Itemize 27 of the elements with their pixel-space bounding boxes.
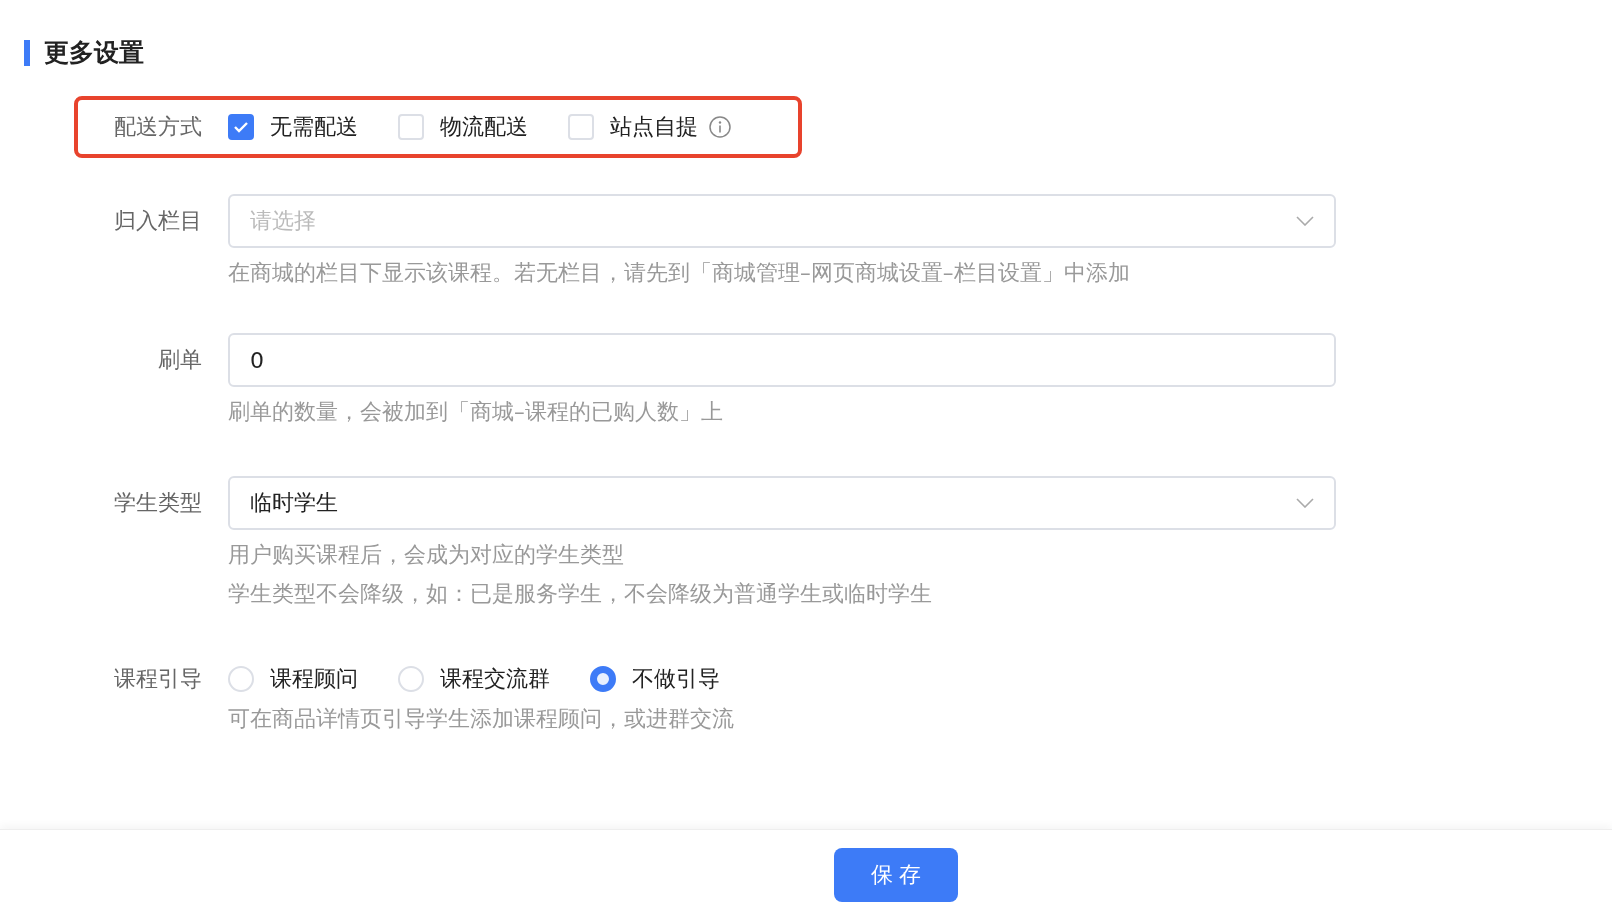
section-accent-bar [24, 39, 30, 66]
field-label: 归入栏目 [114, 207, 203, 235]
checkbox-label: 站点自提 [610, 113, 698, 141]
field-label: 配送方式 [113, 113, 203, 141]
field-label: 刷单 [158, 346, 203, 374]
help-text: 在商城的栏目下显示该课程。若无栏目，请先到「商城管理–网页商城设置–栏目设置」中添加 [228, 259, 1131, 287]
radio-label: 不做引导 [632, 665, 720, 693]
chevron-down-icon [1296, 498, 1314, 508]
info-icon[interactable] [708, 115, 732, 139]
chevron-down-icon [1296, 216, 1314, 226]
input-field[interactable]: 0 [228, 333, 1336, 387]
checkbox-label: 物流配送 [440, 113, 528, 141]
checkbox[interactable] [228, 114, 254, 140]
save-button[interactable]: 保 存 [834, 848, 958, 902]
field-label: 学生类型 [114, 489, 203, 517]
radio-button[interactable] [590, 666, 616, 692]
help-text: 用户购买课程后，会成为对应的学生类型 [228, 541, 625, 569]
help-text: 学生类型不会降级，如：已是服务学生，不会降级为普通学生或临时学生 [228, 580, 933, 608]
student-type-select[interactable]: 临时学生 [228, 476, 1336, 530]
checkmark-icon [233, 121, 249, 133]
checkbox-label: 无需配送 [270, 113, 358, 141]
radio-label: 课程顾问 [270, 665, 358, 693]
help-text: 可在商品详情页引导学生添加课程顾问，或进群交流 [228, 705, 735, 733]
field-label: 课程引导 [114, 665, 203, 693]
section-title: 更多设置 [44, 37, 144, 69]
help-text: 刷单的数量，会被加到「商城–课程的已购人数」上 [228, 398, 724, 426]
radio-label: 课程交流群 [440, 665, 550, 693]
